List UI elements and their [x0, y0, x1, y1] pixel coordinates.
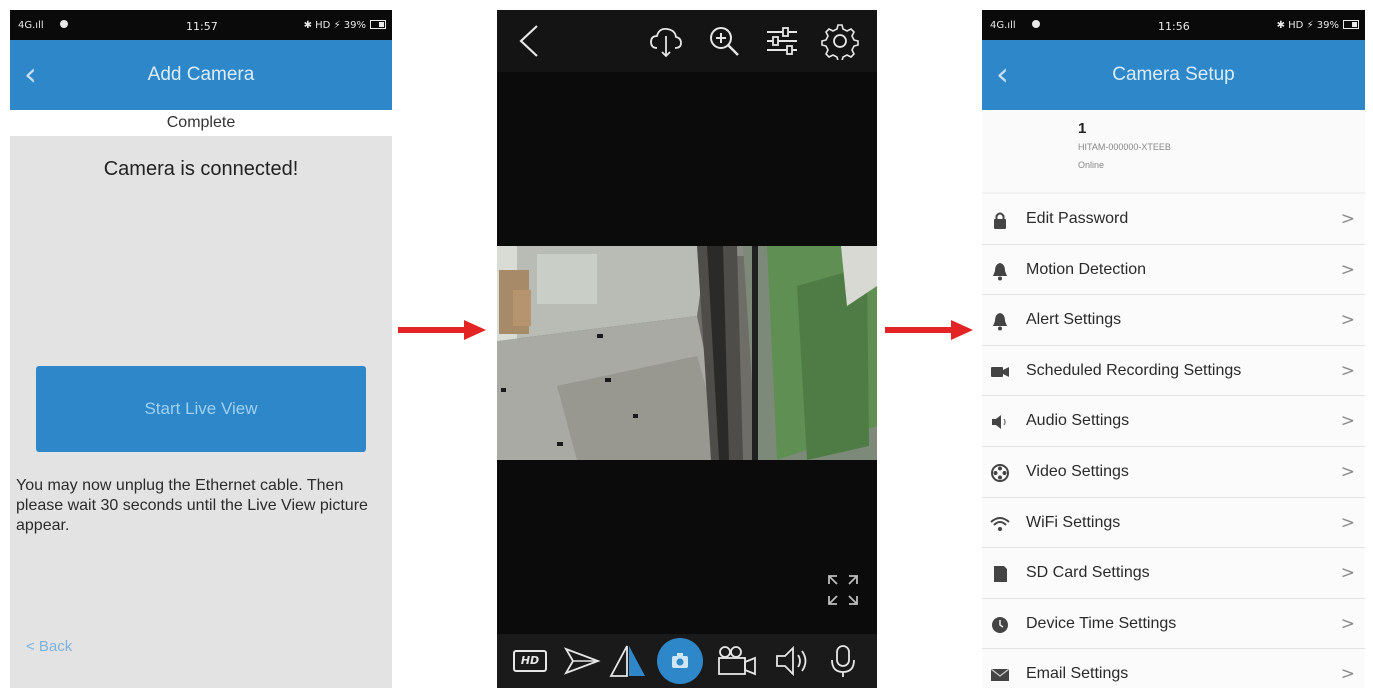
- menu-item-label: SD Card Settings: [1026, 564, 1150, 582]
- step-subheading: Complete: [10, 110, 392, 136]
- snapshot-button[interactable]: [657, 638, 703, 684]
- record-video-icon[interactable]: [715, 644, 759, 678]
- flip-triangle-icon[interactable]: [609, 644, 647, 678]
- battery-icon: [370, 20, 386, 29]
- menu-item-video-settings[interactable]: Video Settings >: [982, 446, 1365, 498]
- status-bar: 4G.ıll 11:56 ✱ HD ⚡ 39%: [982, 10, 1365, 40]
- ptz-cloud-icon[interactable]: [647, 22, 685, 60]
- chevron-right-icon: >: [1340, 563, 1355, 584]
- connected-message: Camera is connected!: [103, 158, 299, 180]
- chevron-right-icon: >: [1340, 259, 1355, 280]
- speaker-icon[interactable]: [773, 644, 813, 678]
- menu-item-label: Edit Password: [1026, 210, 1129, 227]
- menu-item-alert-settings[interactable]: Alert Settings >: [982, 295, 1365, 346]
- red-arrow-right-icon: [885, 320, 973, 340]
- settings-menu: Edit Password > Motion Detection > Alert Set…: [982, 194, 1365, 688]
- bell-icon: [993, 262, 1007, 281]
- live-view-toolbar: [497, 10, 877, 72]
- app-bar: ‹ Add Camera: [10, 40, 392, 110]
- status-indicators: ✱ HD ⚡ 39%: [303, 20, 366, 31]
- menu-item-label: Video Settings: [1026, 462, 1129, 480]
- chevron-right-icon: >: [1340, 664, 1355, 685]
- back-link[interactable]: < Back: [26, 638, 72, 655]
- menu-item-label: Scheduled Recording Settings: [1026, 361, 1242, 379]
- menu-item-device-time-settings[interactable]: Device Time Settings >: [982, 598, 1365, 650]
- chevron-right-icon: >: [1340, 461, 1355, 482]
- speaker-icon: [992, 415, 1006, 430]
- device-card[interactable]: [982, 110, 1365, 192]
- settings-gear-icon[interactable]: [821, 22, 859, 60]
- device-status: Online: [1078, 160, 1105, 170]
- chevron-right-icon: >: [1340, 310, 1355, 331]
- notification-dot-icon: [60, 20, 68, 28]
- film-reel-icon: [991, 463, 1009, 482]
- chevron-right-icon: >: [1340, 411, 1355, 432]
- lock-icon: [994, 212, 1006, 229]
- menu-item-label: WiFi Settings: [1026, 513, 1121, 531]
- device-id: HITAM-000000-XTEEB: [1078, 142, 1171, 152]
- start-live-view-button[interactable]: Start Live View: [36, 366, 366, 452]
- network-indicator: 4G.ıll: [18, 20, 44, 31]
- menu-item-edit-password[interactable]: Edit Password >: [982, 194, 1365, 245]
- video-camera-icon: [991, 366, 1009, 377]
- device-name: 1: [1078, 120, 1087, 137]
- snapshot-camera-icon: [672, 653, 688, 668]
- status-bar: 4G.ıll 11:57 ✱ HD ⚡ 39%: [10, 10, 392, 40]
- hd-quality-icon[interactable]: HD: [513, 650, 547, 672]
- chevron-right-icon: >: [1340, 209, 1355, 229]
- battery-icon: [1343, 20, 1359, 29]
- notification-dot-icon: [1032, 20, 1040, 28]
- app-bar: ‹ Camera Setup: [982, 40, 1365, 110]
- live-view-screen: HD: [497, 10, 877, 688]
- menu-item-label: Motion Detection: [1026, 260, 1147, 278]
- menu-item-label: Alert Settings: [1026, 311, 1122, 329]
- send-arrow-icon[interactable]: [563, 644, 601, 678]
- network-indicator: 4G.ıll: [990, 20, 1016, 31]
- menu-item-label: Device Time Settings: [1026, 614, 1177, 632]
- tutorial-composite: 4G.ıll 11:57 ✱ HD ⚡ 39% ‹ Add Camera Com…: [0, 0, 1373, 688]
- menu-item-label: Email Settings: [1026, 665, 1129, 683]
- status-time: 11:56: [1158, 20, 1190, 33]
- chevron-right-icon: >: [1340, 512, 1355, 533]
- menu-item-scheduled-recording-settings[interactable]: Scheduled Recording Settings >: [982, 345, 1365, 397]
- menu-item-email-settings[interactable]: Email Settings >: [982, 649, 1365, 688]
- chevron-right-icon: >: [1340, 360, 1355, 381]
- red-arrow-right-icon: [398, 320, 486, 340]
- page-title: Add Camera: [147, 64, 255, 85]
- status-indicators: ✱ HD ⚡ 39%: [1276, 20, 1339, 31]
- chevron-right-icon: >: [1340, 613, 1355, 634]
- adjust-sliders-icon[interactable]: [763, 22, 801, 60]
- zoom-in-icon[interactable]: [705, 22, 743, 60]
- camera-setup-screen: 4G.ıll 11:56 ✱ HD ⚡ 39% ‹ Camera Setup 1…: [982, 10, 1365, 688]
- add-camera-screen: 4G.ıll 11:57 ✱ HD ⚡ 39% ‹ Add Camera Com…: [10, 10, 392, 688]
- menu-item-label: Audio Settings: [1026, 412, 1130, 430]
- microphone-icon[interactable]: [827, 644, 859, 678]
- live-view-bottom-bar: HD: [497, 634, 877, 688]
- envelope-icon: [990, 668, 1010, 682]
- clock-icon: [992, 616, 1008, 633]
- menu-item-wifi-settings[interactable]: WiFi Settings >: [982, 497, 1365, 549]
- back-icon[interactable]: [511, 22, 549, 60]
- menu-item-motion-detection[interactable]: Motion Detection >: [982, 244, 1365, 296]
- sd-card-icon: [994, 566, 1007, 583]
- page-title: Camera Setup: [1112, 64, 1235, 85]
- status-time: 11:57: [186, 20, 218, 33]
- fullscreen-icon[interactable]: [825, 572, 861, 608]
- instruction-note: You may now unplug the Ethernet cable. T…: [16, 477, 368, 534]
- wifi-icon: [990, 516, 1010, 531]
- bell-icon: [993, 313, 1007, 331]
- live-video-feed[interactable]: [497, 246, 877, 460]
- menu-item-audio-settings[interactable]: Audio Settings >: [982, 396, 1365, 447]
- menu-item-sd-card-settings[interactable]: SD Card Settings >: [982, 548, 1365, 599]
